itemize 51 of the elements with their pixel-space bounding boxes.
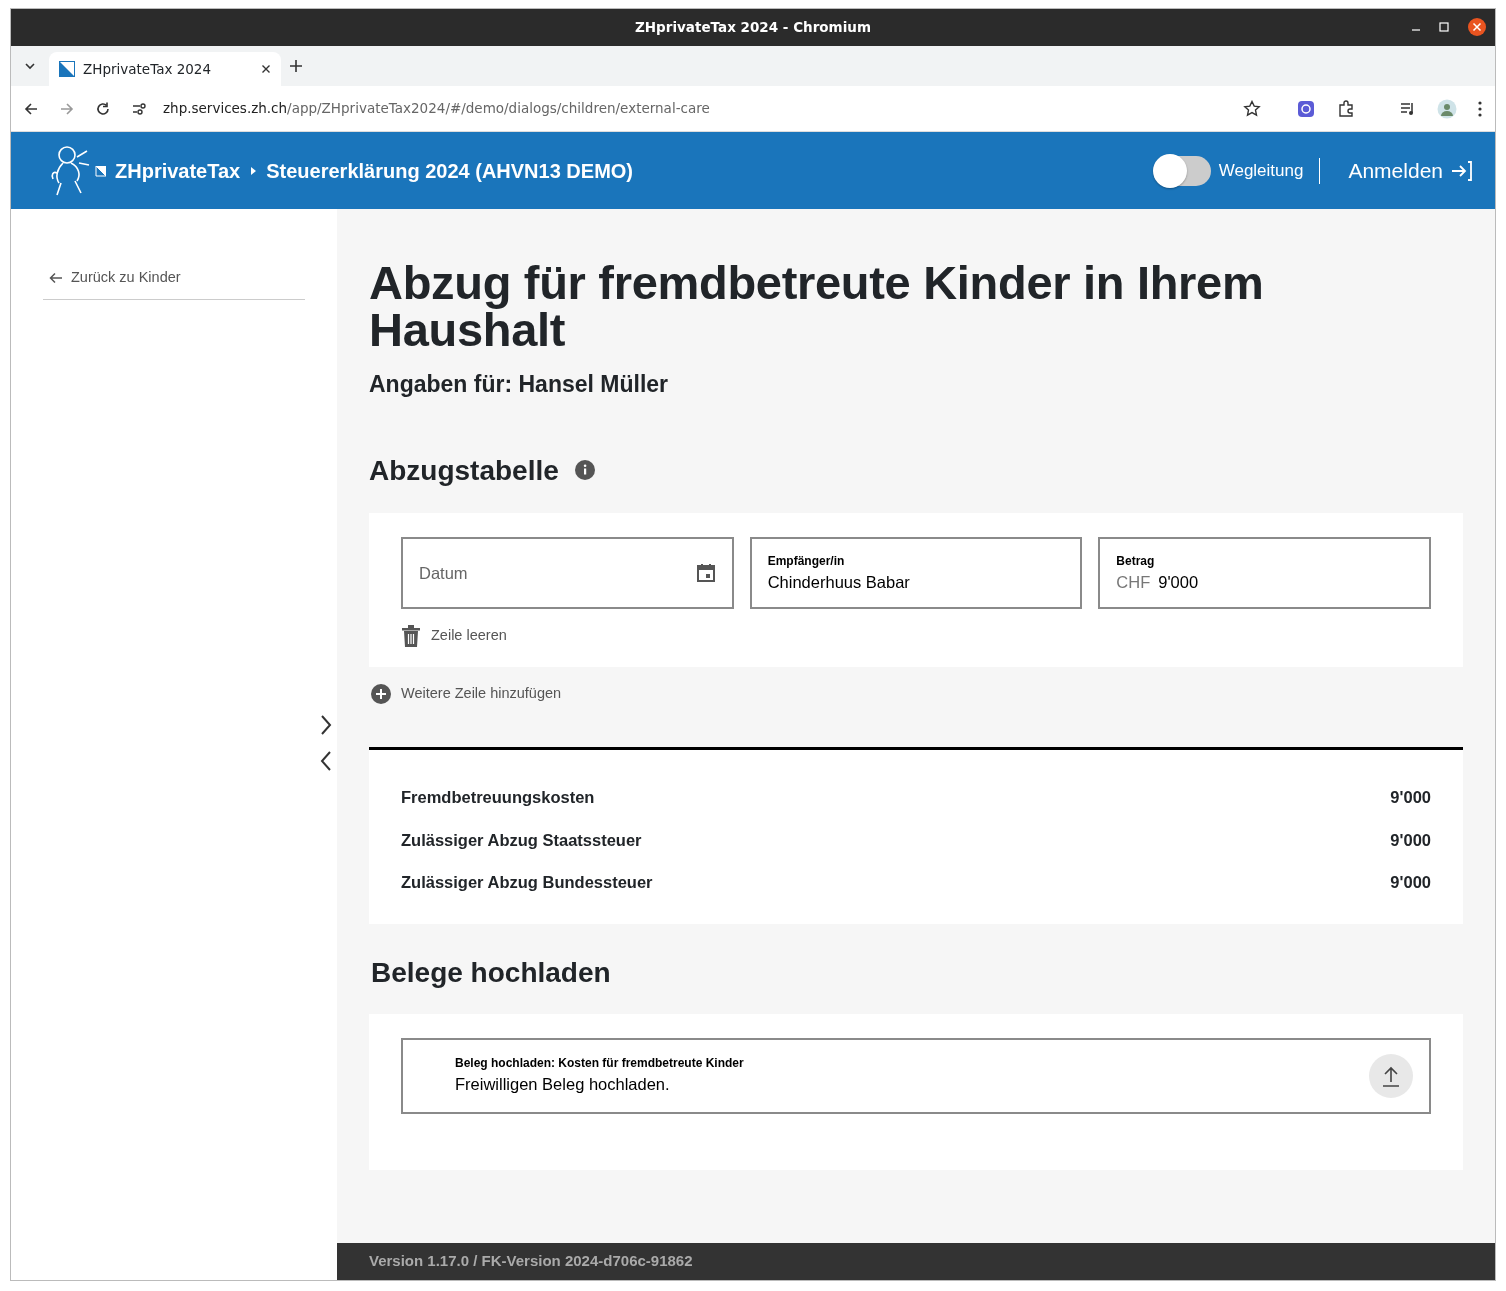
date-field[interactable]: Datum [401, 537, 734, 610]
info-icon[interactable] [574, 460, 595, 481]
clear-row-button[interactable]: Zeile leeren [401, 625, 507, 648]
summary-label: Fremdbetreuungskosten [401, 786, 595, 808]
brand-name[interactable]: ZHprivateTax [115, 155, 241, 186]
reload-icon[interactable] [95, 100, 111, 117]
summary-value: 9'000 [1390, 872, 1431, 894]
summary-value: 9'000 [1390, 786, 1431, 808]
close-icon[interactable] [1467, 17, 1487, 37]
summary-label: Zulässiger Abzug Staatssteuer [401, 829, 642, 851]
add-row-button[interactable]: Weitere Zeile hinzufügen [371, 683, 562, 705]
url-text[interactable]: zhp.services.zh.ch/app/ZHprivateTax2024/#/demo/dialogs/children/external-care [163, 98, 710, 119]
summary-label: Zulässiger Abzug Bundessteuer [401, 872, 653, 894]
login-icon [1451, 159, 1473, 182]
avatar-icon[interactable] [1437, 98, 1457, 119]
upload-icon [1381, 1064, 1401, 1087]
version-text: Version 1.17.0 / FK-Version 2024-d706c-91862 [369, 1251, 693, 1272]
favicon-icon [59, 61, 75, 77]
new-tab-icon[interactable] [289, 59, 303, 73]
upload-button[interactable] [1369, 1053, 1413, 1098]
site-settings-icon[interactable] [131, 100, 147, 117]
amount-field[interactable]: Betrag CHF 9'000 [1098, 537, 1431, 610]
close-icon[interactable] [261, 64, 271, 74]
chevron-right-icon[interactable] [319, 714, 333, 736]
maximize-icon[interactable] [1439, 22, 1449, 32]
window-title: ZHprivateTax 2024 - Chromium [635, 18, 871, 38]
login-link[interactable]: Anmelden [1348, 154, 1473, 187]
upload-field[interactable]: Beleg hochladen: Kosten für fremdbetreute Kinder Freiwilligen Beleg hochladen. [401, 1037, 1431, 1114]
page-title: Abzug für fremdbetreute Kinder in Ihrem Haushalt [369, 259, 1265, 353]
section-heading: Belege hochladen [371, 956, 612, 990]
back-icon[interactable] [23, 100, 39, 117]
star-icon[interactable] [1243, 99, 1261, 118]
back-link[interactable]: Zurück zu Kinder [43, 267, 305, 300]
chevron-left-icon[interactable] [319, 750, 333, 772]
shield-icon [95, 164, 107, 177]
arrow-left-icon [49, 271, 63, 284]
forward-icon[interactable] [59, 100, 75, 117]
extension-icon[interactable] [1295, 99, 1317, 118]
puzzle-icon[interactable] [1337, 99, 1355, 118]
breadcrumb-text[interactable]: Steuererklärung 2024 (AHVN13 DEMO) [266, 155, 634, 186]
plus-circle-icon [371, 683, 391, 704]
text-field[interactable]: Empfänger/in Chinderhuus Babar [749, 537, 1083, 610]
browser-tab[interactable]: ZHprivateTax 2024 [49, 52, 281, 86]
page-subtitle: Angaben für: Hansel Müller [369, 370, 670, 399]
guide-label: Wegleitung [1218, 159, 1304, 182]
menu-icon[interactable] [1477, 99, 1483, 118]
section-heading: Abzugstabelle [369, 453, 559, 488]
guide-toggle[interactable] [1154, 155, 1211, 186]
calendar-icon[interactable] [695, 563, 716, 584]
trash-icon [401, 625, 421, 648]
summary-value: 9'000 [1390, 829, 1431, 851]
